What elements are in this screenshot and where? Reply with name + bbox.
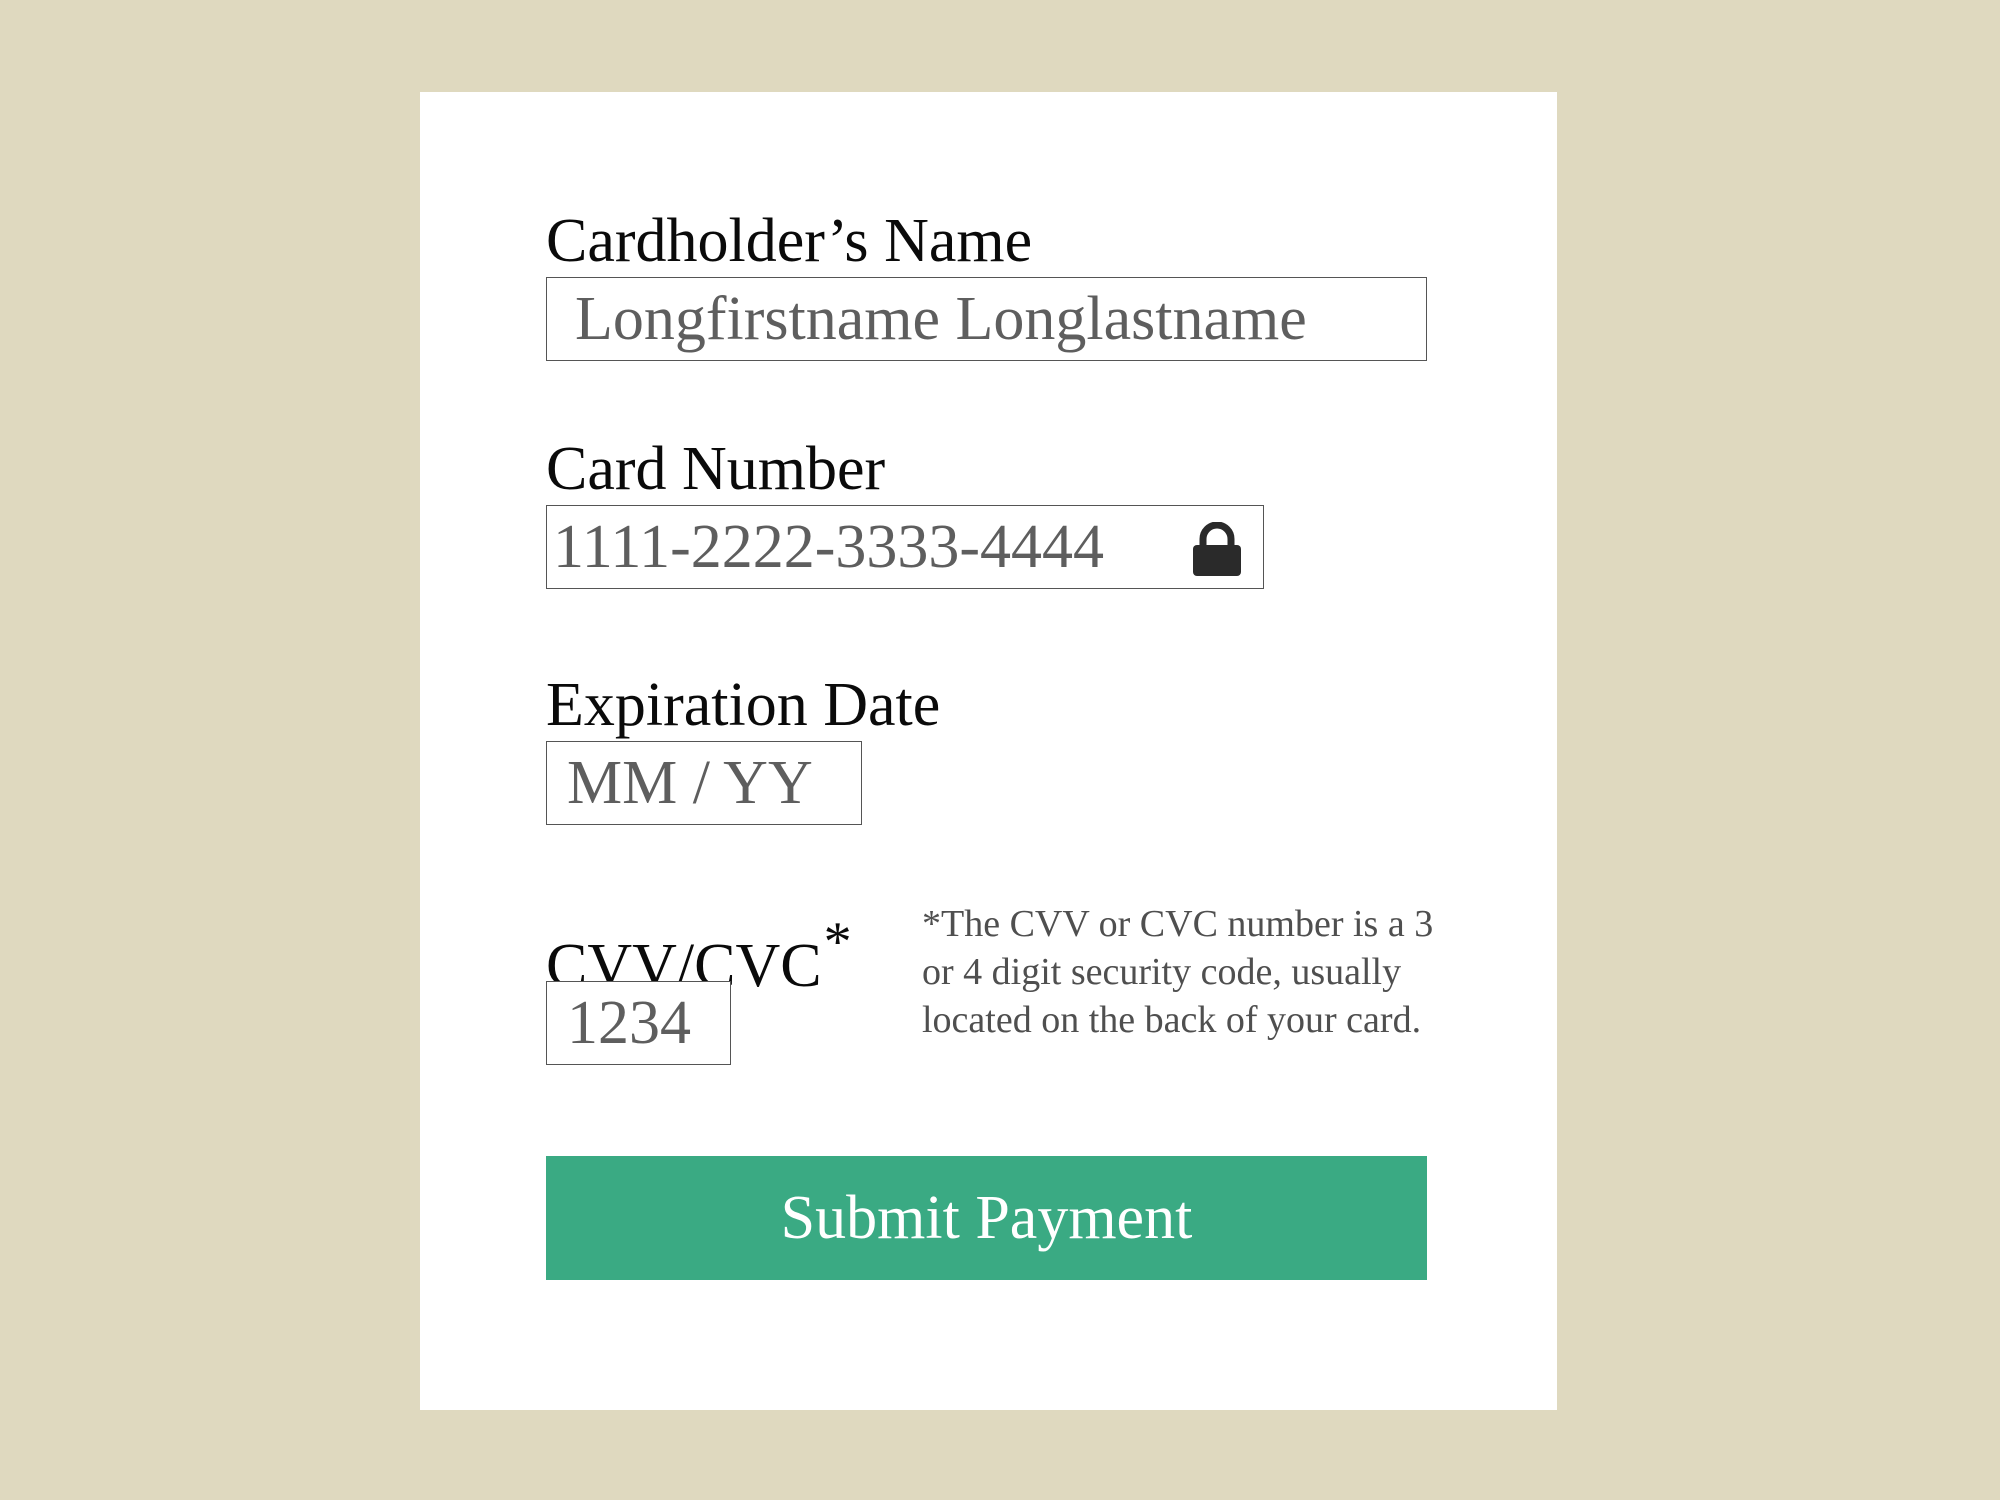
cardholder-name-value: Longfirstname Longlastname (575, 285, 1307, 353)
payment-form-panel: Cardholder’s Name Longfirstname Longlast… (420, 92, 1557, 1410)
cvv-input[interactable]: 1234 (546, 981, 731, 1065)
card-number-input[interactable]: 1111-2222-3333-4444 (546, 505, 1264, 589)
cardholder-name-label: Cardholder’s Name (546, 207, 1033, 275)
required-asterisk: * (823, 911, 852, 973)
expiration-date-input[interactable]: MM / YY (546, 741, 862, 825)
cardholder-name-input[interactable]: Longfirstname Longlastname (546, 277, 1427, 361)
submit-payment-button[interactable]: Submit Payment (546, 1156, 1427, 1280)
cvv-value: 1234 (567, 989, 691, 1057)
cvv-help-text: *The CVV or CVC number is a 3 or 4 digit… (922, 903, 1434, 1041)
expiration-date-placeholder: MM / YY (567, 749, 813, 817)
card-number-value: 1111-2222-3333-4444 (553, 513, 1105, 581)
card-number-label: Card Number (546, 435, 886, 503)
expiration-date-label: Expiration Date (546, 671, 941, 739)
lock-icon (1193, 522, 1241, 576)
